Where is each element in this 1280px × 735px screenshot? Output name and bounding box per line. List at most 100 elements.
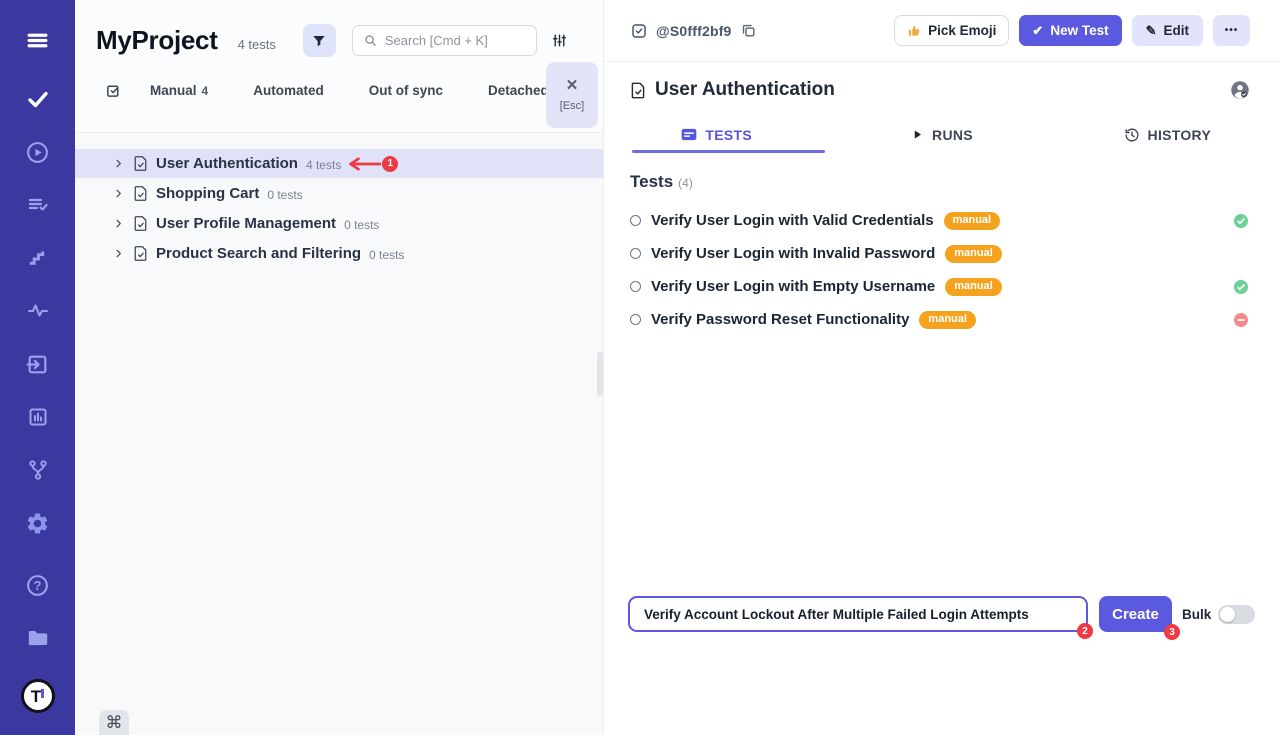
suite-row-user-profile-management[interactable]: User Profile Management 0 tests	[75, 209, 603, 238]
command-icon: ⌘	[106, 713, 123, 733]
suite-row-user-authentication[interactable]: User Authentication 4 tests 1	[75, 149, 603, 178]
status-passed-icon	[1234, 214, 1248, 228]
branch-icon[interactable]	[25, 457, 51, 483]
project-title: MyProject	[96, 25, 218, 56]
sliders-icon[interactable]	[551, 32, 568, 49]
import-icon[interactable]	[25, 351, 51, 377]
app-logo-accent	[41, 689, 44, 698]
bulk-label: Bulk	[1182, 607, 1211, 622]
analytics-icon[interactable]	[25, 404, 51, 430]
test-row[interactable]: Verify Password Reset Functionality manu…	[630, 303, 1248, 336]
suite-name[interactable]: User Profile Management	[156, 215, 336, 232]
pick-emoji-button[interactable]: Pick Emoji	[894, 15, 1009, 46]
test-title[interactable]: Verify User Login with Valid Credentials	[651, 212, 934, 229]
suite-ref: @S0fff2bf9	[630, 22, 757, 40]
ellipsis-icon: •••	[1225, 25, 1239, 36]
edit-button[interactable]: ✎ Edit	[1132, 15, 1203, 46]
test-select-circle[interactable]	[630, 314, 641, 325]
projects-folder-icon[interactable]	[25, 625, 51, 651]
chevron-right-icon[interactable]	[113, 188, 124, 199]
suites-panel-header: MyProject 4 tests Manual4 Autom	[75, 0, 603, 133]
tab-manual[interactable]: Manual4	[150, 83, 208, 98]
test-row[interactable]: Verify User Login with Empty Username ma…	[630, 270, 1248, 303]
suite-doc-icon	[133, 245, 148, 262]
funnel-icon	[311, 33, 327, 49]
suite-doc-icon	[630, 81, 646, 100]
suite-name[interactable]: Product Search and Filtering	[156, 245, 361, 262]
search-box[interactable]	[352, 25, 537, 56]
app-sidebar: ? T	[0, 0, 75, 735]
annotation-badge-3: 3	[1164, 624, 1180, 640]
tab-history[interactable]: HISTORY	[1055, 116, 1280, 153]
status-failed-icon	[1234, 313, 1248, 327]
check-icon: ✔	[1032, 24, 1043, 37]
create-button[interactable]: Create	[1099, 596, 1172, 632]
suite-row-product-search-and-filtering[interactable]: Product Search and Filtering 0 tests	[75, 239, 603, 268]
close-icon[interactable]: ✕	[566, 78, 579, 93]
suite-row-shopping-cart[interactable]: Shopping Cart 0 tests	[75, 179, 603, 208]
test-select-circle[interactable]	[630, 215, 641, 226]
play-icon	[911, 128, 924, 141]
suite-count: 0 tests	[344, 216, 379, 232]
tab-tests[interactable]: TESTS	[604, 116, 829, 153]
settings-gear-icon[interactable]	[25, 510, 51, 536]
filter-button[interactable]	[303, 24, 336, 57]
tests-section-count: (4)	[678, 176, 693, 190]
chevron-right-icon[interactable]	[113, 248, 124, 259]
chevron-right-icon[interactable]	[113, 158, 124, 169]
panel-scrollbar[interactable]	[597, 352, 603, 396]
suite-count: 0 tests	[369, 246, 404, 262]
suite-name[interactable]: User Authentication	[156, 155, 298, 172]
help-icon[interactable]: ?	[25, 572, 51, 598]
new-test-title-input[interactable]	[628, 596, 1088, 632]
suite-detail-panel: @S0fff2bf9 Pick Emoji ✔ New Test ✎ Edit …	[604, 0, 1280, 735]
test-row[interactable]: Verify User Login with Invalid Password …	[630, 237, 1248, 270]
tab-runs[interactable]: RUNS	[829, 116, 1054, 153]
project-tests-count: 4 tests	[238, 37, 276, 52]
copy-icon[interactable]	[740, 22, 757, 39]
suite-doc-icon	[133, 215, 148, 232]
manual-badge: manual	[945, 245, 1002, 263]
tab-automated[interactable]: Automated	[253, 83, 324, 98]
more-options-button[interactable]: •••	[1213, 15, 1250, 46]
assignee-avatar[interactable]	[1230, 80, 1250, 100]
new-test-label: New Test	[1050, 23, 1108, 38]
create-button-label: Create	[1112, 606, 1159, 623]
annotation-badge-1: 1	[382, 156, 398, 172]
select-all-icon[interactable]	[105, 82, 122, 99]
suite-doc-icon	[133, 155, 148, 172]
test-plans-icon[interactable]	[25, 192, 51, 218]
test-title[interactable]: Verify Password Reset Functionality	[651, 311, 909, 328]
new-test-button[interactable]: ✔ New Test	[1019, 15, 1121, 46]
pulse-icon[interactable]	[25, 298, 51, 324]
search-icon	[363, 33, 378, 48]
test-select-circle[interactable]	[630, 248, 641, 259]
tab-out-of-sync[interactable]: Out of sync	[369, 83, 443, 98]
bulk-toggle-knob	[1220, 607, 1235, 622]
annotation-step-1: 1	[346, 156, 398, 172]
test-row[interactable]: Verify User Login with Valid Credentials…	[630, 204, 1248, 237]
tab-detached[interactable]: Detached	[488, 83, 549, 98]
command-key-button[interactable]: ⌘	[99, 710, 129, 735]
tests-check-icon[interactable]	[25, 86, 51, 112]
suite-ref-id: @S0fff2bf9	[656, 23, 732, 39]
app-logo[interactable]: T	[21, 679, 55, 713]
menu-icon[interactable]	[25, 27, 51, 53]
manual-badge: manual	[919, 311, 976, 329]
pick-emoji-label: Pick Emoji	[928, 23, 996, 38]
bulk-toggle[interactable]	[1218, 605, 1255, 624]
esc-popover: ✕ [Esc]	[546, 62, 598, 128]
steps-icon[interactable]	[25, 245, 51, 271]
test-title[interactable]: Verify User Login with Invalid Password	[651, 245, 935, 262]
chevron-right-icon[interactable]	[113, 218, 124, 229]
status-passed-icon	[1234, 280, 1248, 294]
tests-section-title: Tests	[630, 172, 673, 192]
suite-name[interactable]: Shopping Cart	[156, 185, 259, 202]
manual-badge: manual	[945, 278, 1002, 296]
test-title[interactable]: Verify User Login with Empty Username	[651, 278, 935, 295]
detail-tabs: TESTS RUNS HISTORY	[604, 116, 1280, 153]
test-select-circle[interactable]	[630, 281, 641, 292]
search-input[interactable]	[385, 33, 526, 48]
edit-label: Edit	[1164, 23, 1190, 38]
play-circle-icon[interactable]	[25, 139, 51, 165]
